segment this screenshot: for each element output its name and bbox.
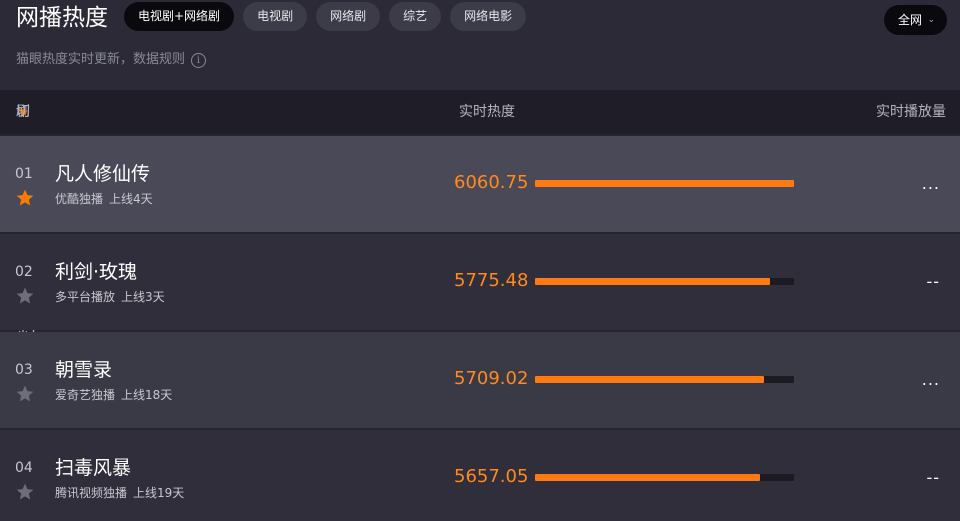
ranking-row[interactable]: 03 朝雪录 爱奇艺独播 上线18天 5709.02 ...	[0, 332, 960, 428]
scope-select[interactable]: 全网 ⌄	[884, 5, 947, 35]
online-days: 上线18天	[121, 388, 173, 402]
heat-bar-fill	[535, 278, 770, 285]
show-title: 朝雪录	[55, 359, 113, 381]
heat-bar-fill	[535, 180, 794, 187]
rank-number: 03	[15, 362, 33, 378]
rank-number: 01	[15, 166, 33, 182]
ranking-row[interactable]: 04 扫毒风暴 腾讯视频独播 上线19天 5657.05 --	[0, 430, 960, 521]
star-icon[interactable]	[15, 286, 35, 306]
tab-tv-series[interactable]: 电视剧	[243, 2, 308, 31]
play-count: ...	[921, 174, 940, 193]
rank-number: 02	[15, 264, 33, 280]
platform-label: 多平台播放	[55, 290, 116, 304]
play-count: ...	[921, 370, 940, 389]
ranking-row[interactable]: 02 利剑·玫瑰 多平台播放 上线3天 5775.48 --	[0, 234, 960, 330]
heat-bar-fill	[535, 474, 760, 481]
platform-label: 腾讯视频独播	[55, 486, 128, 500]
show-meta: 爱奇艺独播 上线18天	[55, 387, 172, 403]
header: 网播热度 电视剧+网络剧 电视剧 网络剧 综艺 网络电影 全网 ⌄ 猫眼热度实时…	[0, 0, 960, 90]
subtitle: 猫眼热度实时更新，数据规则 i	[16, 51, 207, 69]
star-icon[interactable]	[15, 482, 35, 502]
online-days: 上线4天	[109, 192, 153, 206]
show-title: 凡人修仙传	[55, 163, 151, 185]
play-count: --	[926, 272, 940, 291]
heat-value: 5657.05	[454, 466, 529, 487]
subtitle-text: 猫眼热度实时更新，数据规则	[16, 52, 186, 67]
heat-value: 5775.48	[454, 270, 529, 291]
heat-bar	[535, 474, 794, 481]
scope-label: 全网	[898, 13, 923, 27]
tab-variety[interactable]: 综艺	[389, 2, 442, 31]
show-title: 扫毒风暴	[55, 457, 132, 479]
heat-bar	[535, 180, 794, 187]
show-meta: 优酷独播 上线4天	[55, 191, 153, 207]
rank-number: 04	[15, 460, 33, 476]
tab-tv-and-web-series[interactable]: 电视剧+网络剧	[124, 2, 235, 31]
heat-bar-fill	[535, 376, 765, 383]
column-header: 剧集(点击★切换右侧展示) 实时热度 实时播放量	[0, 90, 960, 340]
heat-value: 6060.75	[454, 172, 529, 193]
tab-web-series[interactable]: 网络剧	[316, 2, 381, 31]
info-circle-icon[interactable]: i	[191, 52, 207, 68]
online-days: 上线3天	[121, 290, 165, 304]
platform-label: 优酷独播	[55, 192, 104, 206]
heat-value: 5709.02	[454, 368, 529, 389]
show-title: 利剑·玫瑰	[55, 261, 138, 283]
heat-bar	[535, 278, 794, 285]
tab-web-movies[interactable]: 网络电影	[450, 2, 527, 31]
online-days: 上线19天	[133, 486, 185, 500]
column-plays-header: 实时播放量	[876, 104, 946, 120]
show-meta: 多平台播放 上线3天	[55, 289, 165, 305]
category-tabs: 电视剧+网络剧 电视剧 网络剧 综艺 网络电影	[124, 2, 527, 31]
chevron-down-icon: ⌄	[927, 15, 935, 25]
page-title: 网播热度	[16, 5, 108, 31]
star-icon[interactable]	[15, 188, 35, 208]
play-count: --	[926, 468, 940, 487]
ranking-row[interactable]: 01 凡人修仙传 优酷独播 上线4天 6060.75 ...	[0, 136, 960, 232]
show-meta: 腾讯视频独播 上线19天	[55, 485, 184, 501]
star-icon[interactable]	[15, 384, 35, 404]
heat-bar	[535, 376, 794, 383]
column-heat-header: 实时热度	[459, 104, 515, 120]
platform-label: 爱奇艺独播	[55, 388, 116, 402]
